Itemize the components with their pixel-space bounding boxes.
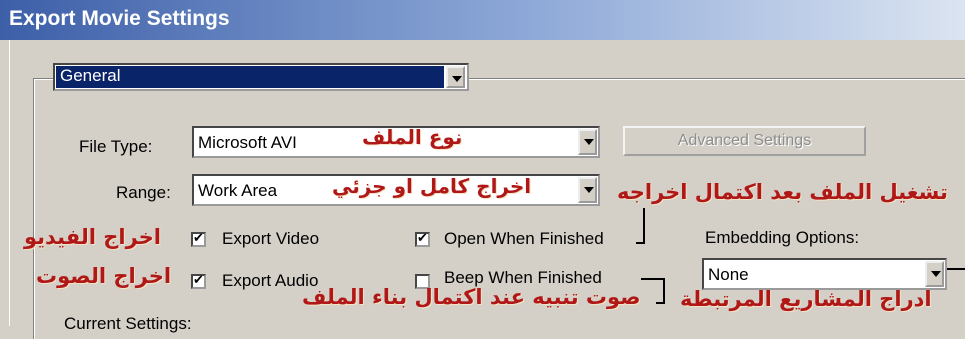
open-when-finished-label: Open When Finished	[444, 229, 604, 248]
embedding-options-annotation: ادراج المشاريع المرتبطة	[680, 287, 932, 311]
annotation-connector	[663, 278, 665, 304]
annotation-connector	[643, 208, 645, 244]
embedding-options-label: Embedding Options:	[705, 228, 860, 247]
section-dropdown[interactable]: General	[53, 63, 469, 91]
export-audio-checkbox[interactable]	[191, 272, 206, 289]
advanced-settings-button[interactable]: Advanced Settings	[623, 126, 866, 156]
chevron-down-icon[interactable]	[578, 129, 597, 155]
export-video-label: Export Video	[222, 229, 320, 248]
range-value: Work Area	[198, 181, 278, 200]
chevron-down-icon[interactable]	[578, 177, 597, 203]
file-type-annotation: نوع الملف	[362, 125, 463, 149]
export-video-checkbox[interactable]	[191, 230, 206, 247]
annotation-connector	[636, 242, 645, 244]
embedding-options-dropdown[interactable]: None	[702, 258, 947, 290]
range-label: Range:	[116, 183, 171, 202]
open-when-finished-annotation: تشغيل الملف بعد اكتمال اخراجه	[617, 180, 948, 204]
current-settings-label: Current Settings:	[64, 314, 192, 333]
annotation-connector	[656, 302, 665, 304]
export-audio-annotation: اخراج الصوت	[36, 264, 172, 288]
chevron-down-icon[interactable]	[446, 66, 465, 88]
annotation-connector	[947, 268, 965, 270]
export-video-annotation: اخراج الفيديو	[24, 225, 161, 249]
chevron-down-icon[interactable]	[925, 261, 944, 287]
file-type-label: File Type:	[79, 137, 153, 156]
range-annotation: اخراج كامل او جزئي	[332, 174, 532, 198]
embedding-options-value: None	[708, 265, 749, 284]
file-type-value: Microsoft AVI	[198, 133, 297, 152]
annotation-connector	[641, 278, 665, 280]
window-title: Export Movie Settings	[9, 7, 230, 30]
open-when-finished-checkbox[interactable]	[415, 230, 430, 247]
beep-when-finished-annotation: صوت تنبيه عند اكتمال بناء الملف	[302, 285, 641, 309]
section-dropdown-value: General	[55, 65, 445, 89]
title-bar: Export Movie Settings	[0, 0, 965, 40]
